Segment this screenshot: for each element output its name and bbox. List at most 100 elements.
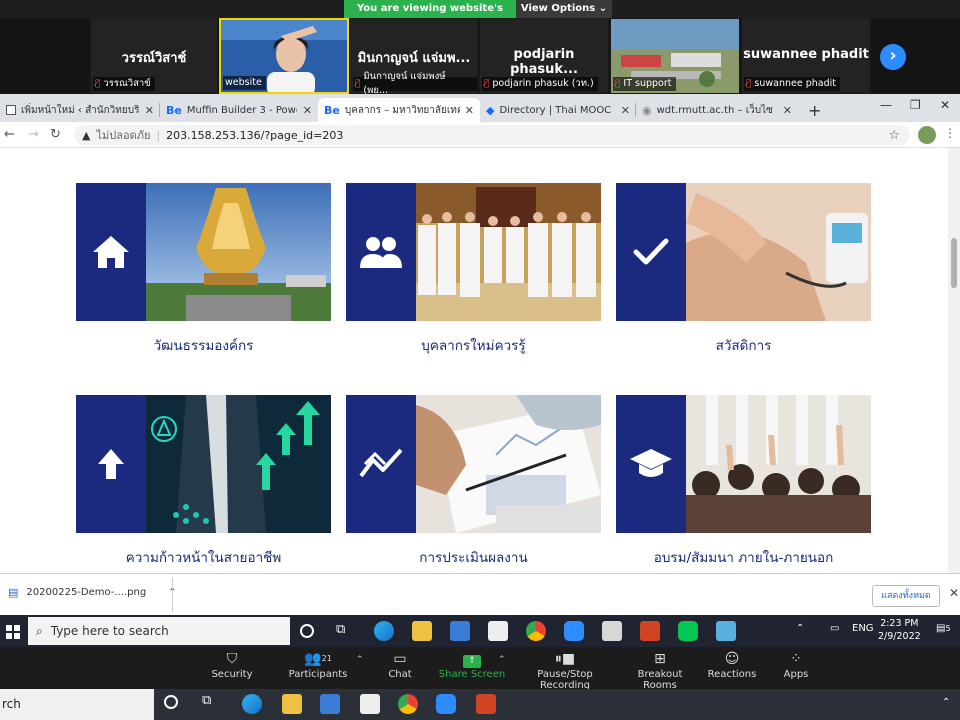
menu-icon[interactable]: ⋮ xyxy=(944,126,956,140)
restore-icon[interactable]: ❐ xyxy=(910,98,921,112)
mic-muted-icon: 🎙̸ xyxy=(95,79,101,89)
download-filename: 20200225-Demo-....png xyxy=(26,587,147,598)
network-icon[interactable]: ▭ xyxy=(830,623,839,634)
participant-tile[interactable]: วรรณ์วิสาช์ 🎙̸ วรรณวิสาข์ xyxy=(90,18,218,94)
mic-muted-icon: 🎙̸ xyxy=(615,79,621,89)
file-explorer-icon[interactable] xyxy=(412,621,432,641)
store-icon[interactable] xyxy=(450,621,470,641)
store-icon[interactable] xyxy=(320,694,340,714)
close-window-icon[interactable]: ✕ xyxy=(940,98,950,112)
card-evaluation[interactable]: การประเมินผลงาน xyxy=(346,395,601,568)
recording-button[interactable]: ⏸■ Pause/Stop Recording xyxy=(515,647,615,691)
taskbar-search-input[interactable]: ⌕ Type here to search xyxy=(28,617,290,645)
participant-tile[interactable]: มินกาญจน์ แจ่มพ... 🎙̸ มินกาญจน์ แจ่มพงษ์ … xyxy=(350,18,478,96)
participant-tile[interactable]: suwannee phadit 🎙̸ suwannee phadit xyxy=(741,18,871,94)
browser-tab[interactable]: ◉ wdt.rmutt.ac.th – เว็บไซต์ต่อ✕ xyxy=(636,98,798,122)
edge-icon[interactable] xyxy=(242,694,262,714)
breakout-rooms-button[interactable]: ⊞ Breakout Rooms xyxy=(620,647,700,691)
mail-icon[interactable] xyxy=(360,694,380,714)
page-scrollbar[interactable] xyxy=(948,148,960,573)
participant-name: suwannee phadit xyxy=(743,47,869,62)
task-view-icon[interactable]: ⧉ xyxy=(202,693,222,713)
powerpoint-icon[interactable] xyxy=(640,621,660,641)
security-button[interactable]: ⛉ Security xyxy=(192,647,272,689)
task-view-icon[interactable]: ⧉ xyxy=(336,622,356,642)
chat-button[interactable]: ▭ Chat xyxy=(360,647,440,689)
app-icon[interactable] xyxy=(716,621,736,641)
edge-icon[interactable] xyxy=(374,621,394,641)
card-label[interactable]: ความก้าวหน้าในสายอาชีพ xyxy=(76,546,331,568)
line-icon[interactable] xyxy=(678,621,698,641)
card-new-staff[interactable]: บุคลากรใหม่ควรรู้ xyxy=(346,183,601,356)
participants-icon: 👥21 xyxy=(304,651,332,667)
shared-taskbar: ⌕ Type here to search ⧉ ⌃ ▭ ENG 2:23 PM 2… xyxy=(0,615,960,647)
participant-name: podjarin phasuk... xyxy=(510,47,578,77)
profile-avatar[interactable] xyxy=(918,126,936,144)
minimize-icon[interactable]: — xyxy=(880,98,892,112)
next-page-icon[interactable]: › xyxy=(880,44,906,70)
browser-tab[interactable]: เพิ่มหน้าใหม่ ‹ สำนักวิทยบริการฯ✕ xyxy=(0,98,160,122)
cortana-icon[interactable] xyxy=(164,695,178,709)
close-tab-icon[interactable]: ✕ xyxy=(621,104,630,117)
download-item[interactable]: ▤ 20200225-Demo-....png ⌃ xyxy=(8,586,177,599)
chrome-icon[interactable] xyxy=(398,694,418,714)
chrome-icon[interactable] xyxy=(526,621,546,641)
forward-icon[interactable]: → xyxy=(28,127,39,142)
close-icon[interactable]: ✕ xyxy=(949,586,959,600)
star-icon[interactable]: ☆ xyxy=(888,128,900,143)
share-caret-icon[interactable]: ⌃ xyxy=(498,655,506,665)
browser-tab[interactable]: Be Muffin Builder 3 - Powerful✕ xyxy=(160,98,318,122)
zoom-icon[interactable] xyxy=(564,621,584,641)
windows-start-icon[interactable] xyxy=(6,624,20,643)
participants-button[interactable]: 👥21 Participants xyxy=(278,647,358,689)
close-tab-icon[interactable]: ✕ xyxy=(303,104,312,117)
address-bar: ▲ ไม่ปลอดภัย | 203.158.253.136/?page_id=… xyxy=(0,122,960,148)
card-label[interactable]: การประเมินผลงาน xyxy=(346,546,601,568)
close-tab-icon[interactable]: ✕ xyxy=(465,104,474,117)
card-welfare[interactable]: สวัสดิการ xyxy=(616,183,871,356)
participant-tile[interactable]: podjarin phasuk... 🎙̸ podjarin phasuk (วท… xyxy=(479,18,609,94)
tray-chevron-icon[interactable]: ⌃ xyxy=(942,697,950,708)
tray-chevron-icon[interactable]: ⌃ xyxy=(796,623,804,634)
card-label[interactable]: สวัสดิการ xyxy=(616,334,871,356)
url-input[interactable]: ▲ ไม่ปลอดภัย | 203.158.253.136/?page_id=… xyxy=(74,125,910,145)
mic-muted-icon: 🎙̸ xyxy=(484,79,490,89)
reload-icon[interactable]: ↻ xyxy=(50,127,61,142)
card-culture[interactable]: วัฒนธรรมองค์กร xyxy=(76,183,331,356)
card-label[interactable]: อบรม/สัมมนา ภายใน-ภายนอก xyxy=(616,546,871,568)
browser-tab-active[interactable]: Be บุคลากร – มหาวิทยาลัยเทคโนโลยี✕ xyxy=(318,98,480,122)
group-photo xyxy=(416,183,601,321)
mic-muted-icon: 🎙̸ xyxy=(355,79,361,89)
share-screen-button[interactable]: ↑ Share Screen xyxy=(432,647,512,689)
zoom-icon[interactable] xyxy=(436,694,456,714)
career-photo xyxy=(146,395,331,533)
photos-icon[interactable] xyxy=(602,621,622,641)
powerpoint-icon[interactable] xyxy=(476,694,496,714)
card-career[interactable]: ความก้าวหน้าในสายอาชีพ xyxy=(76,395,331,568)
language-indicator[interactable]: ENG xyxy=(852,623,874,634)
clock[interactable]: 2:23 PM 2/9/2022 xyxy=(878,617,921,643)
notifications-icon[interactable]: ▤5 xyxy=(936,623,951,634)
apps-button[interactable]: ⁘ Apps xyxy=(756,647,836,689)
evaluation-photo xyxy=(416,395,601,533)
close-tab-icon[interactable]: ✕ xyxy=(783,104,792,117)
card-label[interactable]: บุคลากรใหม่ควรรู้ xyxy=(346,334,601,356)
view-options-button[interactable]: View Options ⌄ xyxy=(516,0,612,18)
host-search-input[interactable]: rch xyxy=(0,689,154,720)
back-icon[interactable]: ← xyxy=(4,127,15,142)
seminar-photo xyxy=(686,395,871,533)
new-tab-button[interactable]: + xyxy=(802,98,826,122)
show-all-button[interactable]: แสดงทั้งหมด xyxy=(872,585,940,607)
browser-tab[interactable]: ◆ Directory | Thai MOOC Dire✕ xyxy=(480,98,636,122)
url-text: 203.158.253.136/?page_id=203 xyxy=(166,128,344,142)
participant-tile-video[interactable]: 🎙̸ IT support xyxy=(610,18,740,94)
behance-icon: Be xyxy=(166,103,182,117)
card-label[interactable]: วัฒนธรรมองค์กร xyxy=(76,334,331,356)
card-training[interactable]: อบรม/สัมมนา ภายใน-ภายนอก xyxy=(616,395,871,568)
cortana-icon[interactable] xyxy=(300,624,314,638)
host-taskbar: rch ⧉ ⌃ xyxy=(0,689,960,720)
participant-tile-video[interactable]: website xyxy=(219,18,349,94)
file-explorer-icon[interactable] xyxy=(282,694,302,714)
close-tab-icon[interactable]: ✕ xyxy=(145,104,154,117)
mail-icon[interactable] xyxy=(488,621,508,641)
